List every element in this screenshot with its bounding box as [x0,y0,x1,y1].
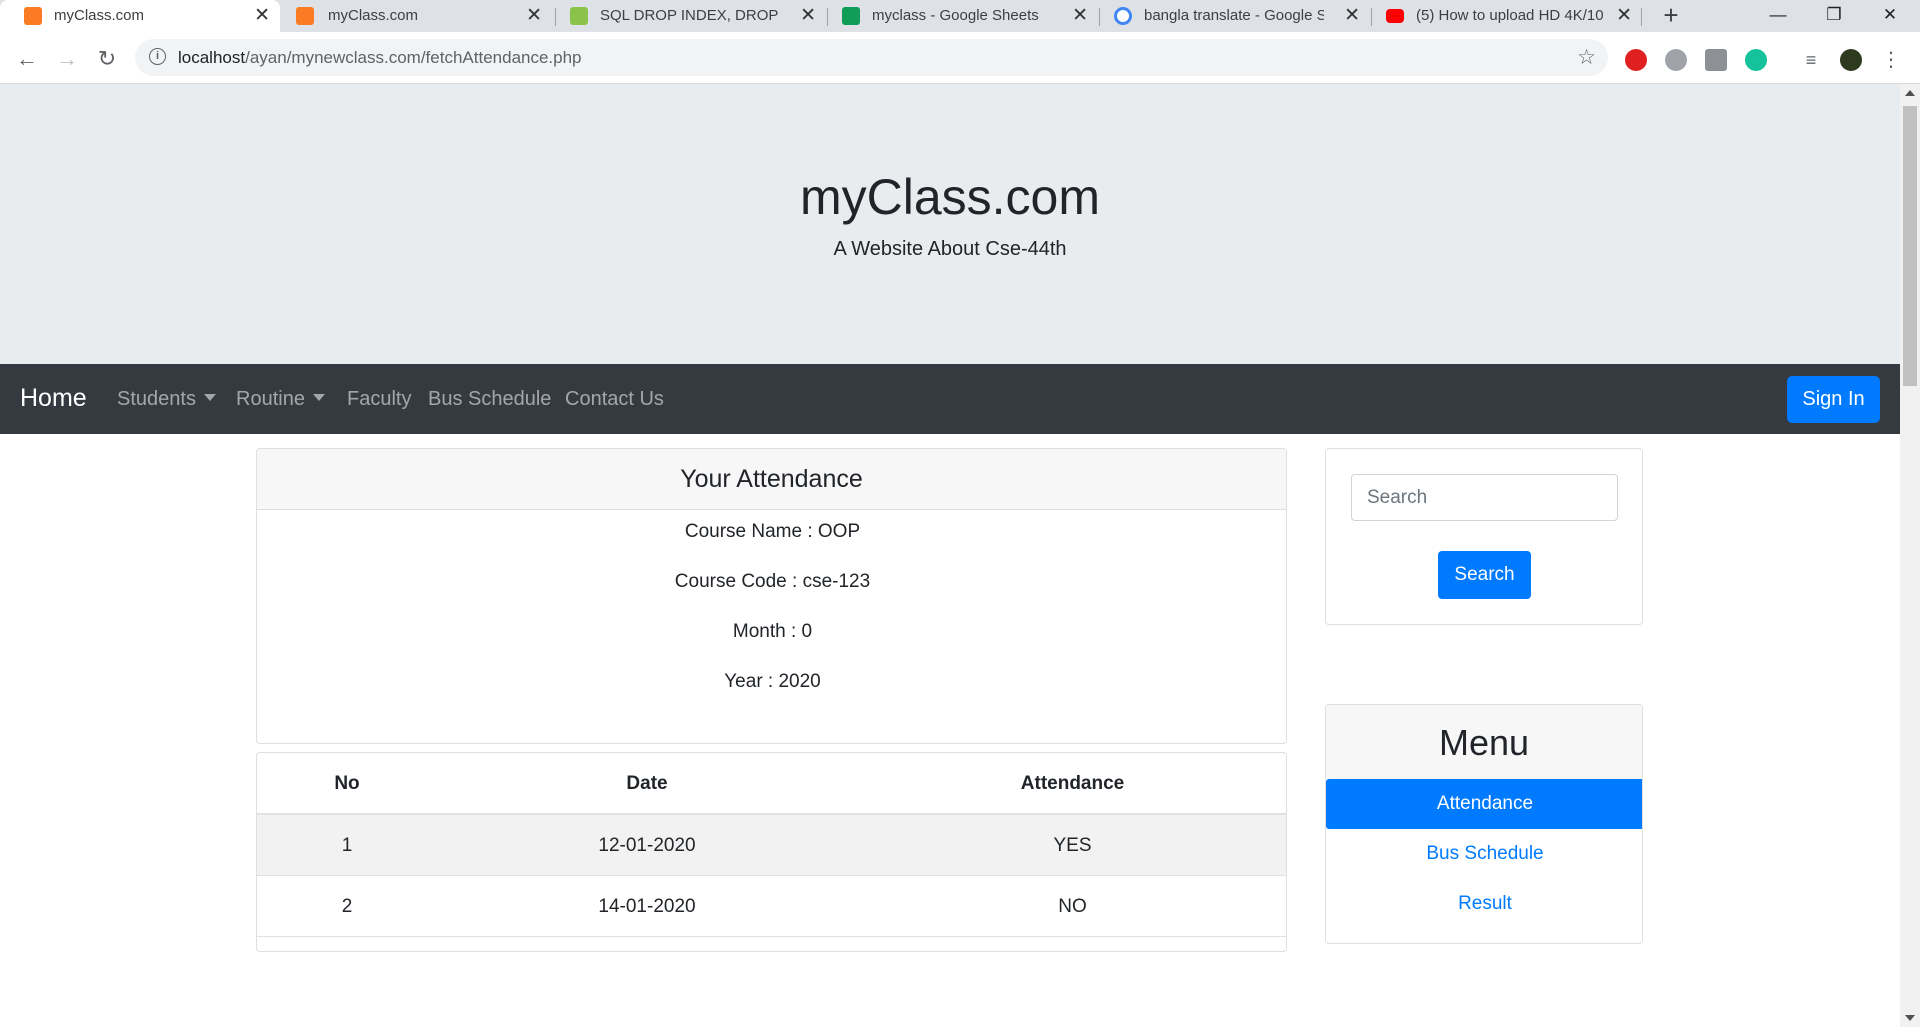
address-bar[interactable]: i localhost/ayan/mynewclass.com/fetchAtt… [135,39,1608,76]
browser-tab[interactable]: (5) How to upload HD 4K/10 ✕ [1372,0,1642,32]
close-tab-icon[interactable]: ✕ [1072,4,1088,27]
table-header-row: No Date Attendance [257,753,1286,815]
scroll-up-arrow-icon[interactable] [1905,90,1915,96]
attendance-card: Your Attendance Course Name : OOP Course… [256,448,1287,744]
close-window-button[interactable]: ✕ [1862,0,1918,32]
close-tab-icon[interactable]: ✕ [1616,4,1632,27]
attendance-heading: Your Attendance [257,449,1286,510]
menu-item-attendance[interactable]: Attendance [1326,779,1642,829]
month: Month : 0 [732,621,813,642]
page-viewport: myClass.com A Website About Cse-44th Hom… [0,84,1900,1027]
search-card: Search [1325,448,1643,625]
reload-icon[interactable]: ↻ [91,43,123,75]
scroll-down-arrow-icon[interactable] [1905,1015,1915,1021]
url-host: localhost [178,48,246,67]
xampp-icon [296,7,314,25]
jumbotron: myClass.com A Website About Cse-44th [0,84,1900,364]
grammarly-extension-icon[interactable] [1745,49,1767,71]
sheets-icon [842,7,860,25]
menu-item-bus-schedule[interactable]: Bus Schedule [1326,829,1642,879]
info-icon[interactable]: i [149,48,166,65]
table-cell: 12-01-2020 [598,835,696,856]
browser-tab[interactable]: myclass - Google Sheets ✕ [828,0,1098,32]
w3schools-icon [570,7,588,25]
xampp-icon [24,7,42,25]
caret-down-icon [203,394,216,401]
browser-tab[interactable]: bangla translate - Google Se ✕ [1100,0,1370,32]
tab-title: myclass - Google Sheets [872,7,1039,24]
tab-title: myClass.com [328,7,419,24]
column-header: Date [626,773,668,794]
browser-tab[interactable]: SQL DROP INDEX, DROP TAB ✕ [556,0,826,32]
tab-separator [1641,8,1642,26]
browser-tab-bar: myClass.com ✕ myClass.com ✕ SQL DROP IND… [0,0,1920,32]
globe-extension-icon[interactable] [1665,49,1687,71]
back-arrow-icon[interactable]: ← [11,43,43,75]
caret-down-icon [312,394,325,401]
nav-contact-link[interactable]: Contact Us [565,388,664,411]
close-tab-icon[interactable]: ✕ [254,4,270,27]
browser-toolbar: ← → ↻ i localhost/ayan/mynewclass.com/fe… [0,32,1920,84]
table-cell: 2 [341,896,353,917]
url-path: /ayan/mynewclass.com/fetchAttendance.php [245,48,582,67]
close-tab-icon[interactable]: ✕ [526,4,542,27]
search-input[interactable] [1351,474,1618,521]
menu-card: Menu Attendance Bus Schedule Result [1325,704,1643,944]
nav-students-dropdown[interactable]: Students [117,388,216,411]
youtube-icon [1386,9,1404,23]
column-header: Attendance [1020,773,1125,794]
google-icon [1114,7,1132,25]
table-row: 2 14-01-2020 NO [257,876,1286,937]
browser-tab[interactable]: myClass.com ✕ [0,0,280,32]
nav-link-label: Routine [236,388,305,410]
close-tab-icon[interactable]: ✕ [1344,4,1360,27]
column-header: No [334,773,360,794]
browser-tab[interactable]: myClass.com ✕ [284,0,552,32]
table-cell: YES [1053,835,1092,856]
scrollbar-thumb[interactable] [1903,106,1917,386]
profile-avatar[interactable] [1840,49,1862,71]
sign-in-button[interactable]: Sign In [1787,376,1880,423]
nav-home-link[interactable]: Home [20,384,87,413]
course-code: Course Code : cse-123 [674,571,871,592]
site-title: myClass.com [799,169,1101,225]
browser-menu-icon[interactable]: ⋮ [1880,49,1902,71]
bookmark-star-icon[interactable]: ☆ [1577,45,1596,70]
nav-bus-schedule-link[interactable]: Bus Schedule [428,388,551,411]
url-text[interactable]: localhost/ayan/mynewclass.com/fetchAtten… [178,48,582,68]
nav-routine-dropdown[interactable]: Routine [236,388,325,411]
main-navbar: Home Students Routine Faculty Bus Schedu… [0,364,1900,434]
menu-heading: Menu [1326,705,1642,779]
tab-title: bangla translate - Google Se [1144,7,1324,24]
tab-title: myClass.com [54,7,145,24]
tab-title: SQL DROP INDEX, DROP TAB [600,7,780,24]
table-cell: 14-01-2020 [598,896,696,917]
course-name: Course Name : OOP [684,521,861,542]
nav-link-label: Students [117,388,196,410]
tab-title: (5) How to upload HD 4K/10 [1416,7,1604,24]
drive-extension-icon[interactable] [1705,49,1727,71]
minimize-window-button[interactable]: — [1750,0,1806,32]
table-row: 1 12-01-2020 YES [257,815,1286,876]
table-cell: NO [1058,896,1087,917]
site-subtitle: A Website About Cse-44th [833,238,1067,260]
forward-arrow-icon[interactable]: → [51,43,83,75]
attendance-table: No Date Attendance 1 12-01-2020 YES 2 14… [256,752,1287,952]
adblock-extension-icon[interactable] [1625,49,1647,71]
nav-faculty-link[interactable]: Faculty [347,388,411,411]
menu-item-result[interactable]: Result [1326,879,1642,929]
media-control-icon[interactable]: ≡ [1800,49,1822,71]
restore-window-button[interactable]: ❐ [1806,0,1862,32]
year: Year : 2020 [724,671,821,692]
new-tab-button[interactable]: + [1655,0,1687,32]
close-tab-icon[interactable]: ✕ [800,4,816,27]
search-button[interactable]: Search [1438,551,1531,599]
table-cell: 1 [341,835,353,856]
page-scrollbar[interactable] [1900,84,1920,1027]
